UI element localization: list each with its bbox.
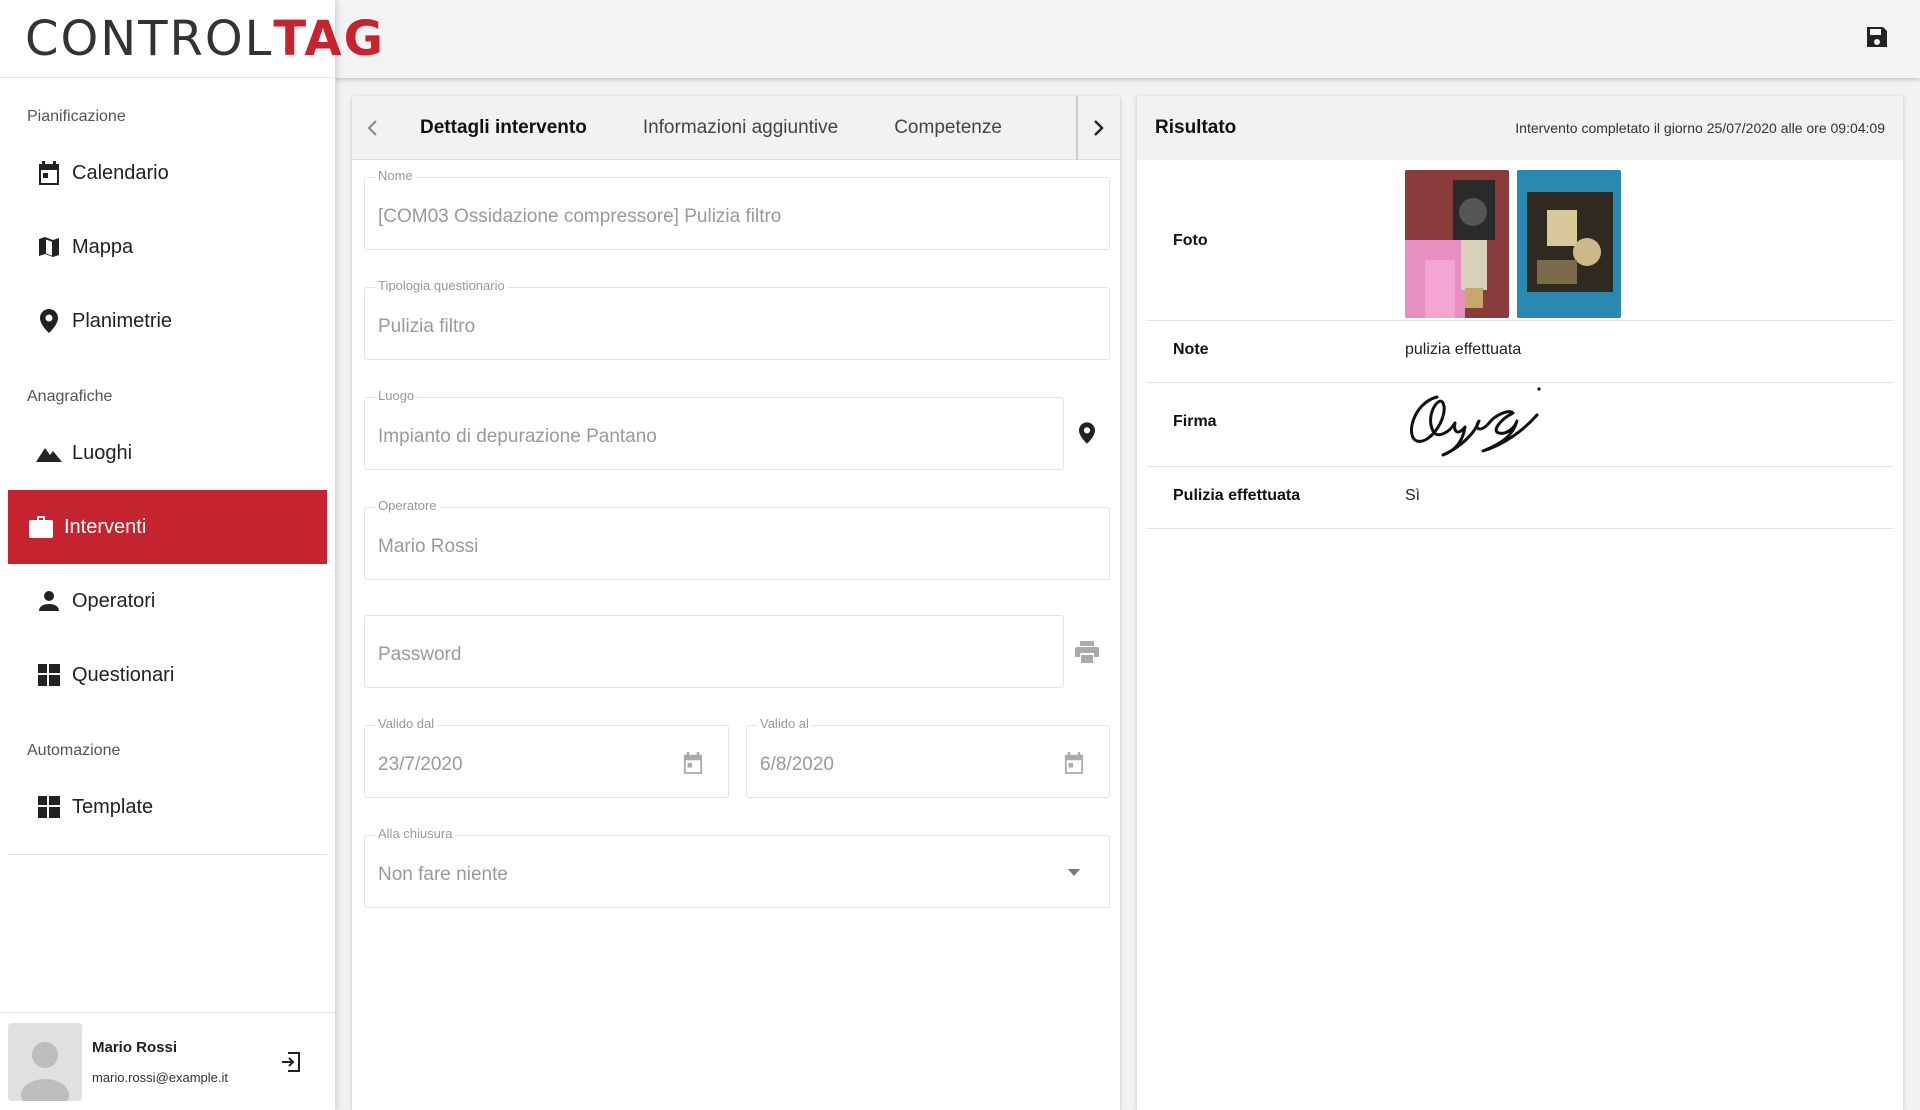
dashboard-icon (36, 794, 62, 820)
result-value: Sì (1405, 487, 1421, 504)
sidebar-item-label: Operatori (72, 589, 156, 612)
location-pin-icon (1079, 422, 1095, 444)
section-label-automazione: Automazione (27, 742, 121, 759)
sidebar-item-calendario[interactable]: Calendario (8, 136, 327, 210)
sidebar-item-label: Luoghi (72, 441, 133, 464)
luogo-map-button[interactable] (1072, 418, 1102, 448)
section-label-pianificazione: Pianificazione (27, 108, 126, 125)
sidebar-item-template[interactable]: Template (8, 770, 327, 844)
calendar-icon[interactable] (1061, 750, 1087, 776)
field-label: Valido dal (375, 716, 438, 731)
result-label: Firma (1173, 413, 1217, 430)
password-field[interactable]: Password (364, 615, 1064, 688)
avatar (8, 1022, 82, 1101)
user-panel: Mario Rossi mario.rossi@example.it (0, 1012, 335, 1110)
field-value: Non fare niente (378, 864, 508, 885)
sidebar: CONTROL TAG Pianificazione Calendario Map… (0, 0, 383, 1110)
user-name: Mario Rossi (92, 1038, 178, 1056)
briefcase-icon (28, 514, 54, 540)
alla-chiusura-select[interactable]: Alla chiusura Non fare niente (364, 826, 1110, 908)
result-value: pulizia effettuata (1405, 341, 1522, 358)
field-label: Luogo (375, 388, 418, 403)
floppy-disk-icon (1867, 27, 1887, 47)
tab-scroll-right-button[interactable] (1076, 96, 1120, 160)
result-row-foto: Foto (1147, 160, 1893, 321)
photo-thumbnail[interactable] (1517, 170, 1621, 318)
sidebar-item-label: Questionari (72, 663, 175, 686)
logout-icon (282, 1051, 300, 1072)
sidebar-item-interventi[interactable]: Interventi (8, 490, 327, 564)
sidebar-item-label: Mappa (72, 235, 134, 258)
result-status: Intervento completato il giorno 25/07/20… (1515, 120, 1885, 136)
calendar-icon (36, 160, 62, 186)
field-value: 6/8/2020 (760, 754, 834, 775)
field-label: Tipologia questionario (375, 278, 508, 293)
result-row-pulizia-effettuata: Pulizia effettuata Sì (1147, 467, 1893, 529)
tab-competenze[interactable]: Competenze (866, 96, 1030, 160)
result-label: Note (1173, 341, 1209, 358)
field-label: Alla chiusura (375, 826, 456, 841)
logo-text-control: CONTROL (25, 10, 274, 67)
user-info: Mario Rossi mario.rossi@example.it (92, 1039, 275, 1085)
field-value: Impianto di depurazione Pantano (378, 426, 657, 447)
operatore-field[interactable]: Operatore Mario Rossi (364, 498, 1110, 580)
sidebar-item-planimetrie[interactable]: Planimetrie (8, 284, 327, 358)
chevron-left-icon (367, 119, 377, 136)
location-pin-icon (36, 308, 62, 334)
field-value: Pulizia filtro (378, 316, 476, 337)
sidebar-item-label: Interventi (64, 515, 147, 538)
valido-al-field[interactable]: Valido al 6/8/2020 (746, 716, 1110, 798)
logo-text-tag: TAG (273, 10, 385, 67)
tab-dettagli-intervento[interactable]: Dettagli intervento (392, 96, 615, 160)
password-placeholder: Password (378, 644, 462, 665)
section-label-anagrafiche: Anagrafiche (27, 388, 113, 405)
sidebar-item-label: Template (72, 795, 154, 818)
luogo-field[interactable]: Luogo Impianto di depurazione Pantano (364, 388, 1064, 470)
signature-image (1410, 387, 1541, 457)
map-icon (36, 234, 62, 260)
nome-field[interactable]: Nome [COM03 Ossidazione compressore] Pul… (364, 168, 1110, 250)
tab-informazioni-aggiuntive[interactable]: Informazioni aggiuntive (615, 96, 866, 160)
save-button[interactable] (1862, 22, 1892, 52)
logout-button[interactable] (275, 1046, 307, 1078)
sidebar-item-mappa[interactable]: Mappa (8, 210, 327, 284)
field-value: Mario Rossi (378, 536, 479, 557)
result-title: Risultato (1155, 117, 1237, 138)
field-label: Nome (375, 168, 416, 183)
print-icon (1075, 641, 1099, 663)
dashboard-icon (36, 662, 62, 688)
result-row-firma: Firma (1147, 383, 1893, 467)
sidebar-item-operatori[interactable]: Operatori (8, 564, 327, 638)
landscape-icon (36, 440, 62, 466)
tab-scroll-left-button[interactable] (352, 96, 392, 160)
sidebar-item-label: Planimetrie (72, 309, 173, 332)
field-label: Valido al (757, 716, 812, 731)
app-logo[interactable]: CONTROL TAG (0, 0, 383, 78)
result-row-note: Note pulizia effettuata (1147, 321, 1893, 383)
result-label: Pulizia effettuata (1173, 487, 1301, 504)
person-icon (36, 588, 62, 614)
field-value: [COM03 Ossidazione compressore] Pulizia … (378, 206, 782, 227)
field-label: Operatore (375, 498, 440, 513)
user-email: mario.rossi@example.it (92, 1069, 229, 1085)
tab-bar: Dettagli intervento Informazioni aggiunt… (352, 96, 1120, 160)
intervention-details-card: Dettagli intervento Informazioni aggiunt… (352, 96, 1120, 1110)
result-label: Foto (1173, 232, 1208, 249)
chevron-right-icon (1094, 120, 1104, 136)
sidebar-item-questionari[interactable]: Questionari (8, 638, 327, 712)
valido-dal-field[interactable]: Valido dal 23/7/2020 (364, 716, 729, 798)
result-header: Risultato Intervento completato il giorn… (1137, 96, 1903, 160)
print-button[interactable] (1072, 637, 1102, 667)
top-bar (335, 0, 1920, 78)
dropdown-arrow-icon (1061, 860, 1087, 886)
sidebar-item-luoghi[interactable]: Luoghi (8, 416, 327, 490)
sidebar-item-label: Calendario (72, 161, 169, 184)
calendar-icon[interactable] (680, 750, 706, 776)
photo-thumbnail[interactable] (1405, 170, 1509, 318)
sidebar-divider (8, 854, 327, 855)
tipologia-questionario-field[interactable]: Tipologia questionario Pulizia filtro (364, 278, 1110, 360)
result-card: Risultato Intervento completato il giorn… (1137, 96, 1903, 1110)
field-value: 23/7/2020 (378, 754, 463, 775)
